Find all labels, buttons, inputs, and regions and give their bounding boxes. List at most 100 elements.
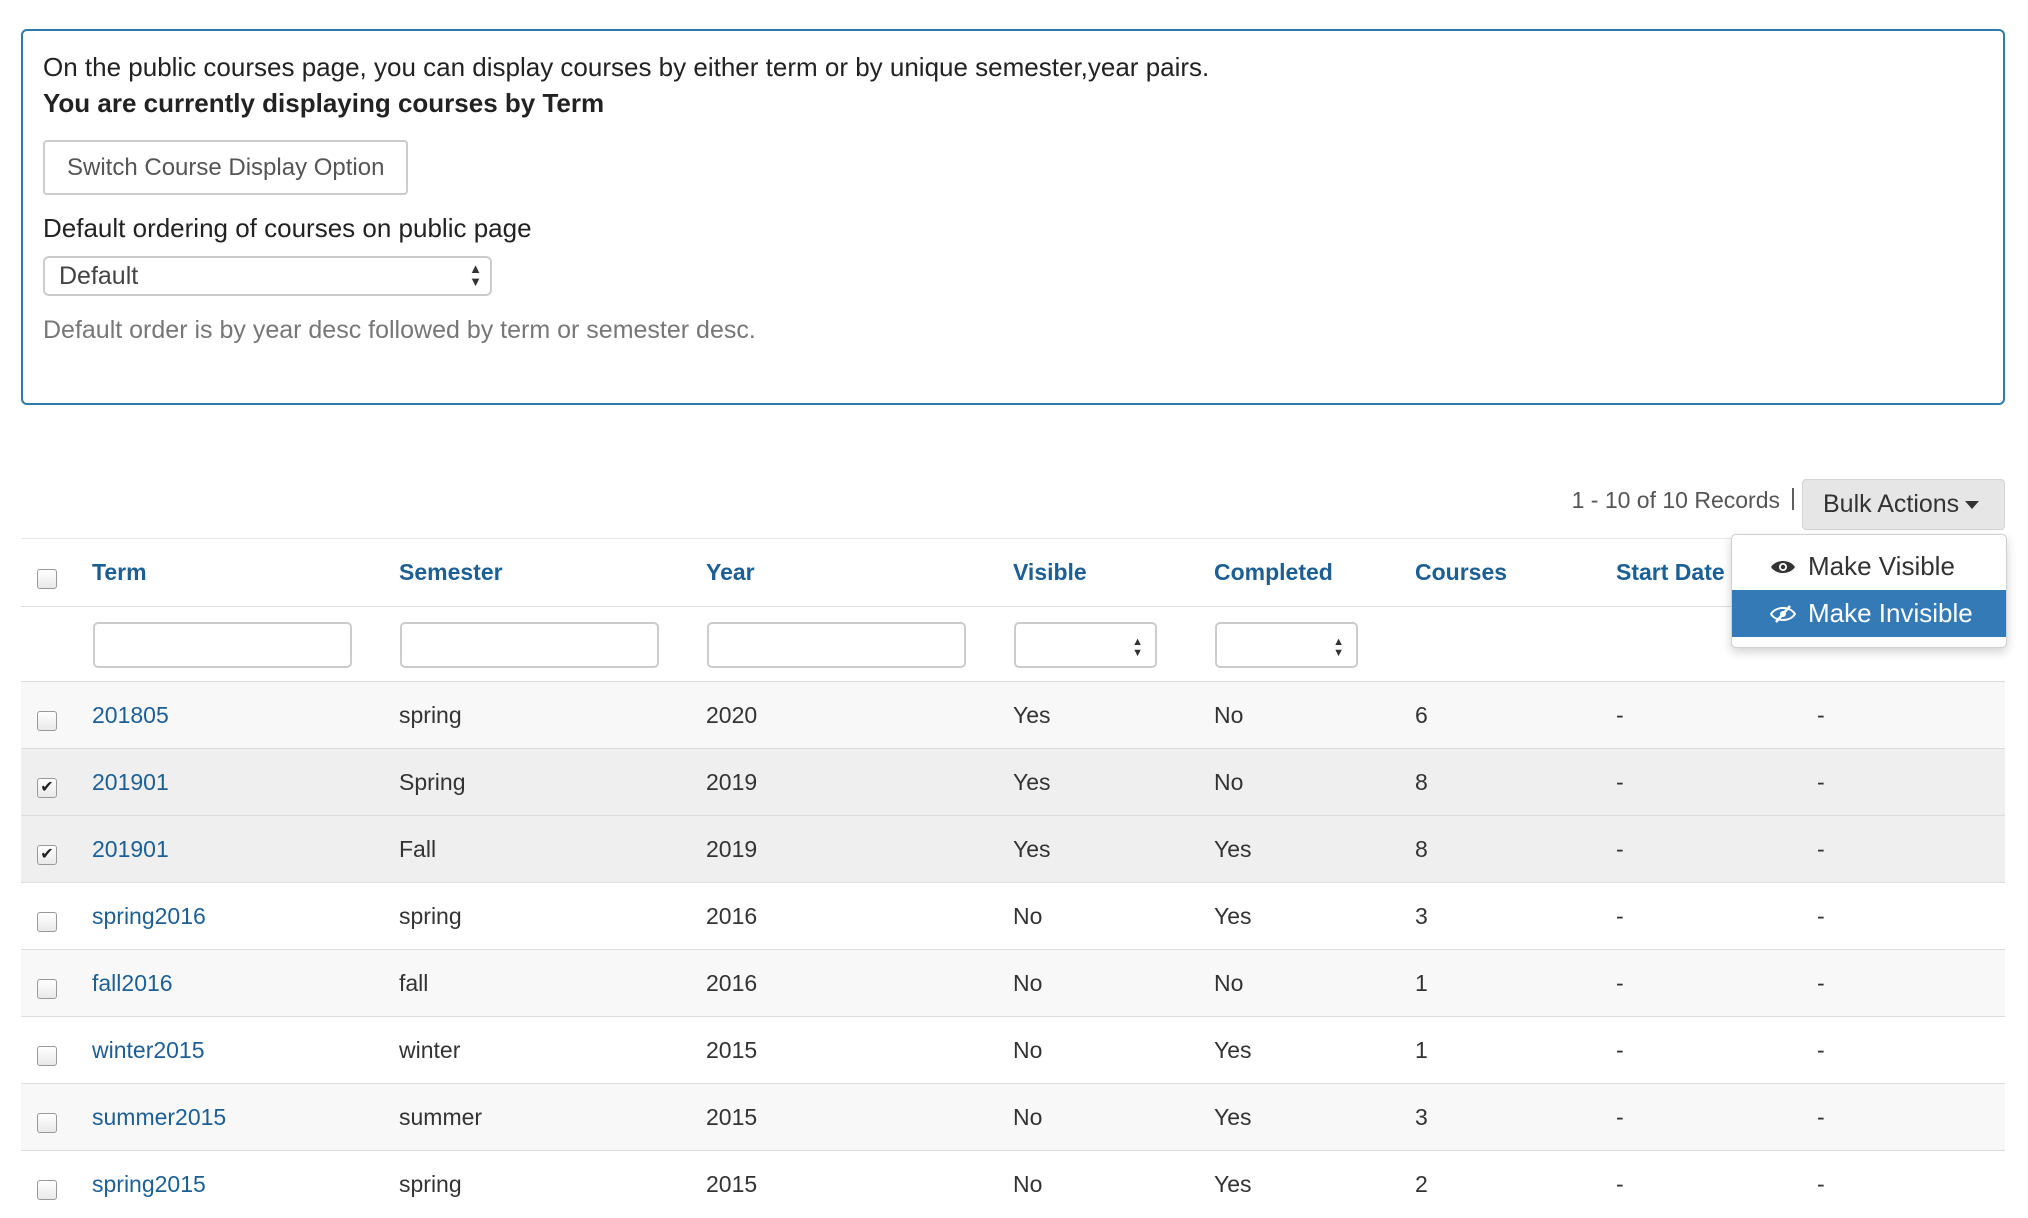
completed-cell: Yes — [1214, 902, 1252, 929]
table-row: spring2016 spring 2016 No Yes 3- - — [21, 882, 2005, 949]
header-semester[interactable]: Semester — [399, 539, 503, 606]
year-cell: 2015 — [706, 1170, 758, 1197]
header-completed[interactable]: Completed — [1214, 539, 1333, 606]
year-cell: 2019 — [706, 835, 758, 862]
visible-cell: Yes — [1013, 768, 1051, 795]
row-checkbox[interactable] — [37, 979, 57, 999]
end-date-cell: - — [1817, 969, 1825, 996]
row-checkbox[interactable] — [37, 1046, 57, 1066]
header-visible[interactable]: Visible — [1013, 539, 1087, 606]
completed-filter-select[interactable]: ▲ ▼ — [1215, 622, 1358, 668]
make-invisible-item[interactable]: Make Invisible — [1732, 590, 2006, 637]
row-checkbox[interactable]: ✔ — [37, 845, 57, 865]
start-date-cell: - — [1616, 969, 1624, 996]
display-description: On the public courses page, you can disp… — [43, 52, 1210, 82]
table-filter-row: ▲ ▼ ▲ ▼ — [21, 606, 2005, 681]
term-cell[interactable]: 201901 — [92, 749, 169, 815]
ordering-help-text: Default order is by year desc followed b… — [43, 316, 756, 344]
year-cell: 2015 — [706, 1036, 758, 1063]
completed-cell: No — [1214, 768, 1244, 795]
terms-table: Term Semester Year Visible Completed Cou… — [21, 538, 2005, 1217]
visible-cell: No — [1013, 969, 1043, 996]
switch-course-display-button[interactable]: Switch Course Display Option — [43, 140, 409, 195]
semester-cell: fall — [399, 969, 429, 996]
table-body: 201805 spring 2020 Yes No 6 - - ✔ 201901 Spring 201… — [21, 681, 2005, 1217]
year-cell: 2020 — [706, 701, 758, 728]
end-date-cell: - — [1817, 768, 1825, 795]
courses-cell: 8 — [1415, 768, 1428, 795]
year-cell: 2016 — [706, 902, 758, 929]
year-cell: 2019 — [706, 768, 758, 795]
completed-cell: Yes — [1214, 1036, 1252, 1063]
semester-cell: Spring — [399, 768, 466, 795]
semester-cell: spring — [399, 902, 462, 929]
select-arrows-icon: ▲ ▼ — [1333, 636, 1344, 659]
eye-slash-icon — [1770, 604, 1796, 623]
end-date-cell: - — [1817, 1103, 1825, 1130]
bulk-actions-label: Bulk Actions — [1823, 490, 1960, 518]
table-row: ✔ 201901 Fall 2019 Yes Yes 8 - - — [21, 815, 2005, 882]
header-year[interactable]: Year — [706, 539, 755, 606]
semester-cell: summer — [399, 1103, 483, 1130]
make-visible-item[interactable]: Make Visible — [1732, 543, 2006, 590]
completed-cell: Yes — [1214, 1103, 1252, 1130]
courses-cell: 6 — [1415, 701, 1428, 728]
bulk-actions-button[interactable]: Bulk Actions — [1802, 479, 2005, 530]
table-row: ✔ 201901 Spring 2019 Yes No 8 - - — [21, 748, 2005, 815]
courses-cell: 1 — [1415, 969, 1428, 996]
end-date-cell: - — [1817, 701, 1825, 728]
make-invisible-label: Make Invisible — [1808, 598, 1973, 628]
start-date-cell: - — [1616, 701, 1624, 728]
year-cell: 2015 — [706, 1103, 758, 1130]
term-cell[interactable]: fall2016 — [92, 950, 173, 1016]
ordering-select[interactable]: Default ▲ ▼ — [43, 256, 492, 296]
semester-cell: winter — [399, 1036, 461, 1063]
visible-cell: Yes — [1013, 835, 1051, 862]
term-cell[interactable]: 201805 — [92, 682, 169, 748]
caret-down-icon — [1965, 501, 1980, 510]
visible-cell: Yes — [1013, 701, 1051, 728]
courses-cell: 1 — [1415, 1036, 1428, 1063]
term-cell[interactable]: spring2016 — [92, 883, 206, 949]
row-checkbox[interactable] — [37, 711, 57, 731]
start-date-cell: - — [1616, 835, 1624, 862]
term-cell[interactable]: summer2015 — [92, 1084, 226, 1150]
visible-filter-select[interactable]: ▲ ▼ — [1014, 622, 1157, 668]
table-row: 201805 spring 2020 Yes No 6 - - — [21, 681, 2005, 748]
visible-cell: No — [1013, 1170, 1043, 1197]
year-filter-input[interactable] — [707, 622, 966, 668]
ordering-label: Default ordering of courses on public pa… — [43, 213, 532, 243]
term-filter-input[interactable] — [93, 622, 352, 668]
visible-cell: No — [1013, 1103, 1043, 1130]
term-cell[interactable]: winter2015 — [92, 1017, 205, 1083]
term-cell[interactable]: 201901 — [92, 816, 169, 882]
row-checkbox[interactable] — [37, 1113, 57, 1133]
completed-cell: No — [1214, 969, 1244, 996]
table-row: winter2015 winter 2015 No Yes 1- - — [21, 1016, 2005, 1083]
semester-cell: Fall — [399, 835, 437, 862]
row-checkbox[interactable] — [37, 1180, 57, 1200]
select-arrows-icon: ▲ ▼ — [469, 261, 482, 289]
completed-cell: No — [1214, 701, 1244, 728]
header-term[interactable]: Term — [92, 539, 147, 606]
table-header-row: Term Semester Year Visible Completed Cou… — [21, 538, 2005, 606]
semester-filter-input[interactable] — [400, 622, 659, 668]
completed-cell: Yes — [1214, 1170, 1252, 1197]
end-date-cell: - — [1817, 1170, 1825, 1197]
header-start-date[interactable]: Start Date — [1616, 539, 1725, 606]
row-checkbox[interactable] — [37, 912, 57, 932]
semester-cell: spring — [399, 701, 462, 728]
start-date-cell: - — [1616, 1103, 1624, 1130]
toolbar-separator: | — [1790, 484, 1796, 510]
term-cell[interactable]: spring2015 — [92, 1151, 206, 1217]
header-courses[interactable]: Courses — [1415, 539, 1507, 606]
table-row: fall2016 fall 2016 No No 1- - — [21, 949, 2005, 1016]
ordering-select-value: Default — [59, 262, 139, 290]
make-visible-label: Make Visible — [1808, 551, 1955, 581]
course-display-panel: On the public courses page, you can disp… — [21, 29, 2005, 405]
select-all-checkbox[interactable] — [37, 569, 57, 589]
end-date-cell: - — [1817, 902, 1825, 929]
row-checkbox[interactable]: ✔ — [37, 778, 57, 798]
courses-cell: 8 — [1415, 835, 1428, 862]
end-date-cell: - — [1817, 1036, 1825, 1063]
